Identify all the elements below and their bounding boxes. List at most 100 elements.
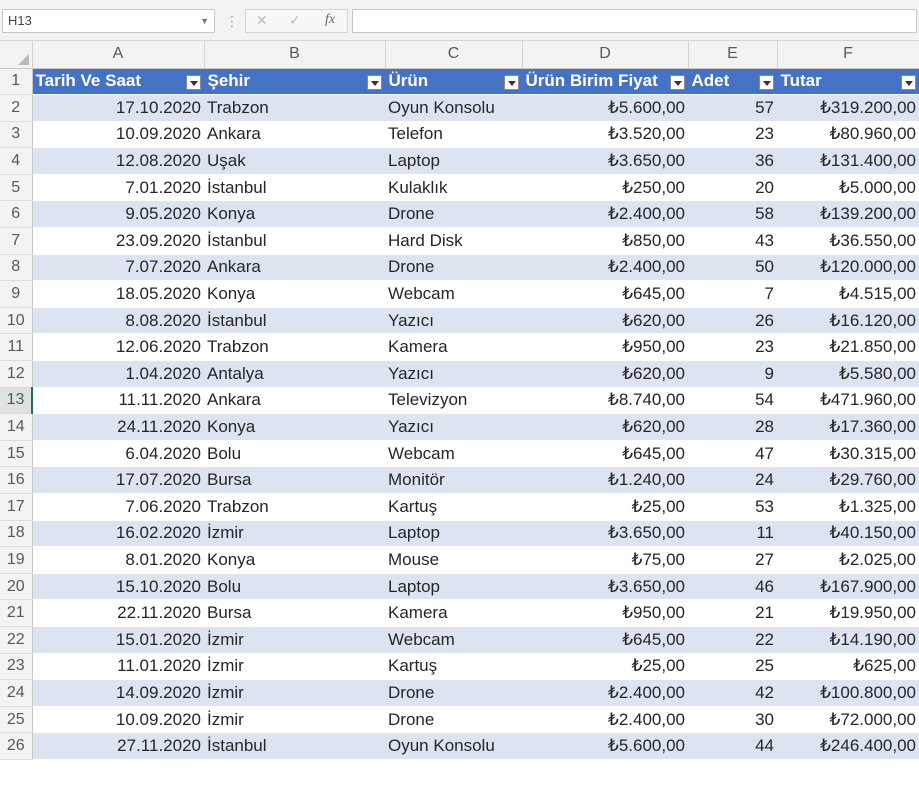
cell-product[interactable]: Webcam bbox=[385, 440, 522, 468]
cell-total[interactable]: ₺2.025,00 bbox=[777, 546, 919, 574]
row-header[interactable]: 11 bbox=[0, 333, 33, 362]
cell-city[interactable]: Konya bbox=[204, 200, 385, 229]
row-header[interactable]: 19 bbox=[0, 546, 33, 574]
drag-handle-icon[interactable]: ⋮ bbox=[225, 11, 239, 31]
cell-total[interactable]: ₺19.950,00 bbox=[777, 599, 919, 627]
cell-city[interactable]: Konya bbox=[204, 280, 385, 308]
row-header[interactable]: 3 bbox=[0, 121, 33, 149]
cell-product[interactable]: Kamera bbox=[385, 599, 522, 627]
row-header[interactable]: 7 bbox=[0, 227, 33, 255]
row-header[interactable]: 20 bbox=[0, 573, 33, 601]
cell-product[interactable]: Laptop bbox=[385, 520, 522, 548]
cell-product[interactable]: Webcam bbox=[385, 626, 522, 654]
cell-product[interactable]: Drone bbox=[385, 706, 522, 734]
cell-city[interactable]: Ankara bbox=[204, 254, 385, 282]
row-header[interactable]: 6 bbox=[0, 200, 33, 229]
cell-unit-price[interactable]: ₺8.740,00 bbox=[522, 387, 688, 415]
row-header[interactable]: 24 bbox=[0, 679, 33, 707]
cell-total[interactable]: ₺40.150,00 bbox=[777, 520, 919, 548]
cell-product[interactable]: Kartuş bbox=[385, 493, 522, 521]
name-box[interactable]: H13 ▼ bbox=[2, 9, 215, 33]
filter-dropdown-icon[interactable] bbox=[185, 74, 201, 90]
cell-product[interactable]: Oyun Konsolu bbox=[385, 732, 522, 760]
row-header[interactable]: 25 bbox=[0, 706, 33, 734]
cell-total[interactable]: ₺16.120,00 bbox=[777, 307, 919, 335]
cell-quantity[interactable]: 47 bbox=[688, 440, 777, 468]
cell-city[interactable]: İstanbul bbox=[204, 307, 385, 335]
cell-quantity[interactable]: 26 bbox=[688, 307, 777, 335]
row-header[interactable]: 15 bbox=[0, 440, 33, 468]
cell-total[interactable]: ₺246.400,00 bbox=[777, 732, 919, 760]
cell-date[interactable]: 24.11.2020 bbox=[32, 413, 204, 441]
formula-input[interactable] bbox=[352, 9, 917, 33]
cell-date[interactable]: 11.01.2020 bbox=[32, 653, 204, 681]
header-cell-quantity[interactable]: Adet bbox=[688, 68, 778, 96]
cell-date[interactable]: 7.06.2020 bbox=[32, 493, 204, 521]
cell-total[interactable]: ₺1.325,00 bbox=[777, 493, 919, 521]
select-all-corner[interactable] bbox=[0, 41, 33, 69]
cell-unit-price[interactable]: ₺3.650,00 bbox=[522, 520, 688, 548]
cell-unit-price[interactable]: ₺5.600,00 bbox=[522, 732, 688, 760]
row-header[interactable]: 10 bbox=[0, 307, 33, 335]
cell-product[interactable]: Laptop bbox=[385, 573, 522, 601]
row-header[interactable]: 9 bbox=[0, 280, 33, 308]
cell-product[interactable]: Kartuş bbox=[385, 653, 522, 681]
cell-product[interactable]: Monitör bbox=[385, 466, 522, 494]
cell-date[interactable]: 7.01.2020 bbox=[32, 174, 204, 202]
row-header[interactable]: 14 bbox=[0, 413, 33, 441]
row-header[interactable]: 23 bbox=[0, 653, 33, 681]
cell-total[interactable]: ₺17.360,00 bbox=[777, 413, 919, 441]
cell-product[interactable]: Televizyon bbox=[385, 387, 522, 415]
header-cell-date[interactable]: Tarih Ve Saat bbox=[32, 68, 205, 96]
column-header-b[interactable]: B bbox=[204, 41, 386, 69]
row-header[interactable]: 2 bbox=[0, 94, 33, 122]
cell-date[interactable]: 23.09.2020 bbox=[32, 227, 204, 255]
cell-total[interactable]: ₺319.200,00 bbox=[777, 94, 919, 122]
header-cell-unit-price[interactable]: Ürün Birim Fiyat bbox=[522, 68, 689, 96]
cell-product[interactable]: Oyun Konsolu bbox=[385, 94, 522, 122]
cell-city[interactable]: İzmir bbox=[204, 706, 385, 734]
enter-icon[interactable]: ✓ bbox=[289, 9, 301, 31]
cell-date[interactable]: 9.05.2020 bbox=[32, 200, 204, 229]
filter-dropdown-icon[interactable] bbox=[366, 74, 382, 90]
cell-quantity[interactable]: 25 bbox=[688, 653, 777, 681]
cell-total[interactable]: ₺5.000,00 bbox=[777, 174, 919, 202]
cell-date[interactable]: 10.09.2020 bbox=[32, 706, 204, 734]
cell-unit-price[interactable]: ₺620,00 bbox=[522, 307, 688, 335]
cell-product[interactable]: Yazıcı bbox=[385, 307, 522, 335]
cell-quantity[interactable]: 23 bbox=[688, 333, 777, 362]
cell-date[interactable]: 15.10.2020 bbox=[32, 573, 204, 601]
cell-unit-price[interactable]: ₺1.240,00 bbox=[522, 466, 688, 494]
cell-unit-price[interactable]: ₺2.400,00 bbox=[522, 679, 688, 707]
cell-quantity[interactable]: 11 bbox=[688, 520, 777, 548]
cell-product[interactable]: Hard Disk bbox=[385, 227, 522, 255]
cell-total[interactable]: ₺471.960,00 bbox=[777, 387, 919, 415]
cell-unit-price[interactable]: ₺3.650,00 bbox=[522, 573, 688, 601]
header-cell-product[interactable]: Ürün bbox=[385, 68, 523, 96]
cell-city[interactable]: Ankara bbox=[204, 121, 385, 149]
cell-quantity[interactable]: 43 bbox=[688, 227, 777, 255]
cell-total[interactable]: ₺36.550,00 bbox=[777, 227, 919, 255]
cell-date[interactable]: 14.09.2020 bbox=[32, 679, 204, 707]
filter-dropdown-icon[interactable] bbox=[758, 74, 774, 90]
cell-unit-price[interactable]: ₺645,00 bbox=[522, 626, 688, 654]
cell-unit-price[interactable]: ₺2.400,00 bbox=[522, 200, 688, 229]
cell-date[interactable]: 17.07.2020 bbox=[32, 466, 204, 494]
cell-unit-price[interactable]: ₺250,00 bbox=[522, 174, 688, 202]
cell-city[interactable]: İzmir bbox=[204, 520, 385, 548]
row-header[interactable]: 17 bbox=[0, 493, 33, 521]
row-header[interactable]: 26 bbox=[0, 732, 33, 760]
cell-date[interactable]: 17.10.2020 bbox=[32, 94, 204, 122]
cell-city[interactable]: Bursa bbox=[204, 599, 385, 627]
cancel-icon[interactable]: ✕ bbox=[256, 9, 268, 31]
cell-city[interactable]: Konya bbox=[204, 413, 385, 441]
cell-quantity[interactable]: 27 bbox=[688, 546, 777, 574]
cell-total[interactable]: ₺29.760,00 bbox=[777, 466, 919, 494]
cell-city[interactable]: Uşak bbox=[204, 147, 385, 175]
cell-unit-price[interactable]: ₺850,00 bbox=[522, 227, 688, 255]
cell-quantity[interactable]: 24 bbox=[688, 466, 777, 494]
column-header-e[interactable]: E bbox=[688, 41, 778, 69]
cell-quantity[interactable]: 22 bbox=[688, 626, 777, 654]
cell-product[interactable]: Laptop bbox=[385, 147, 522, 175]
cell-quantity[interactable]: 58 bbox=[688, 200, 777, 229]
